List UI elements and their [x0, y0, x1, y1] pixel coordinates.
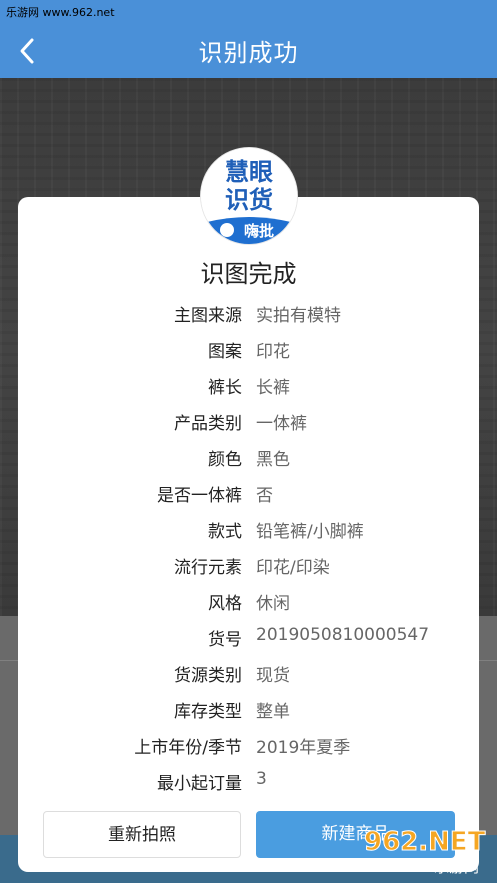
attribute-label: 主图来源 [174, 306, 242, 326]
attribute-row: 库存类型 整单 [0, 689, 497, 725]
attribute-row: 是否一体裤否 [0, 473, 497, 509]
attribute-row: 货号 2019050810000547 [0, 617, 497, 653]
attribute-row: 最小起订量 3 [0, 761, 497, 797]
attribute-label: 裤长 [208, 378, 242, 398]
attribute-value: 实拍有模特 [256, 306, 341, 326]
attribute-value: 现货 [256, 666, 290, 686]
attribute-label: 货源类别 [174, 666, 242, 686]
attribute-label: 上市年份/季节 [134, 738, 242, 758]
attribute-row: 颜色 黑色 [0, 437, 497, 473]
attribute-value: 黑色 [256, 450, 290, 470]
attribute-value: 一体裤 [256, 414, 307, 434]
attribute-label: 颜色 [208, 450, 242, 470]
app-header: 乐游网 www.962.net 识别成功 [0, 0, 497, 78]
attribute-list: 主图来源 实拍有模特 图案 印花 裤长 长裤 产品类别 一体裤 颜色 黑色 是否一体裤否 … [0, 293, 497, 797]
attribute-value: 2019050810000547 [256, 625, 430, 645]
attribute-value: 休闲 [256, 594, 290, 614]
attribute-label: 款式 [208, 522, 242, 542]
attribute-row: 货源类别 现货 [0, 653, 497, 689]
page-title: 识别成功 [198, 39, 299, 67]
attribute-value: 印花 [256, 342, 290, 362]
site-watermark: 962.NET 乐游网 [360, 820, 492, 878]
status-bar-text: 乐游网 www.962.net [6, 6, 115, 19]
attribute-label: 库存类型 [174, 702, 242, 722]
attribute-label: 是否一体裤 [157, 486, 242, 506]
attribute-value: 3 [256, 769, 267, 789]
logo-line3: 嗨批 [244, 222, 274, 240]
attribute-label: 图案 [208, 342, 242, 362]
logo-line2: 识货 [225, 186, 273, 214]
attribute-value: 印花/印染 [256, 558, 330, 578]
watermark-sub: 乐游网 [434, 858, 479, 876]
attribute-row: 裤长 长裤 [0, 365, 497, 401]
attribute-row: 款式 铅笔裤/小脚裤 [0, 509, 497, 545]
attribute-value: 铅笔裤/小脚裤 [256, 522, 364, 542]
attribute-row: 风格 休闲 [0, 581, 497, 617]
attribute-row: 产品类别 一体裤 [0, 401, 497, 437]
attribute-row: 图案 印花 [0, 329, 497, 365]
attribute-value: 2019年夏季 [256, 738, 351, 758]
attribute-row: 上市年份/季节 2019年夏季 [0, 725, 497, 761]
attribute-value: 否 [256, 486, 273, 506]
app-logo: 慧眼 识货 嗨批 [201, 148, 297, 244]
logo-line1: 慧眼 [225, 158, 273, 186]
retake-photo-button[interactable]: 重新拍照 [43, 811, 241, 858]
attribute-row: 主图来源 实拍有模特 [0, 293, 497, 329]
attribute-value: 长裤 [256, 378, 290, 398]
attribute-label: 最小起订量 [157, 774, 242, 794]
attribute-label: 流行元素 [174, 558, 242, 578]
attribute-label: 产品类别 [174, 414, 242, 434]
attribute-label: 货号 [208, 630, 242, 650]
attribute-label: 风格 [208, 594, 242, 614]
watermark-text: 962.NET [364, 827, 486, 857]
attribute-row: 流行元素 印花/印染 [0, 545, 497, 581]
result-title: 识图完成 [200, 260, 297, 288]
attribute-value: 整单 [256, 702, 290, 722]
